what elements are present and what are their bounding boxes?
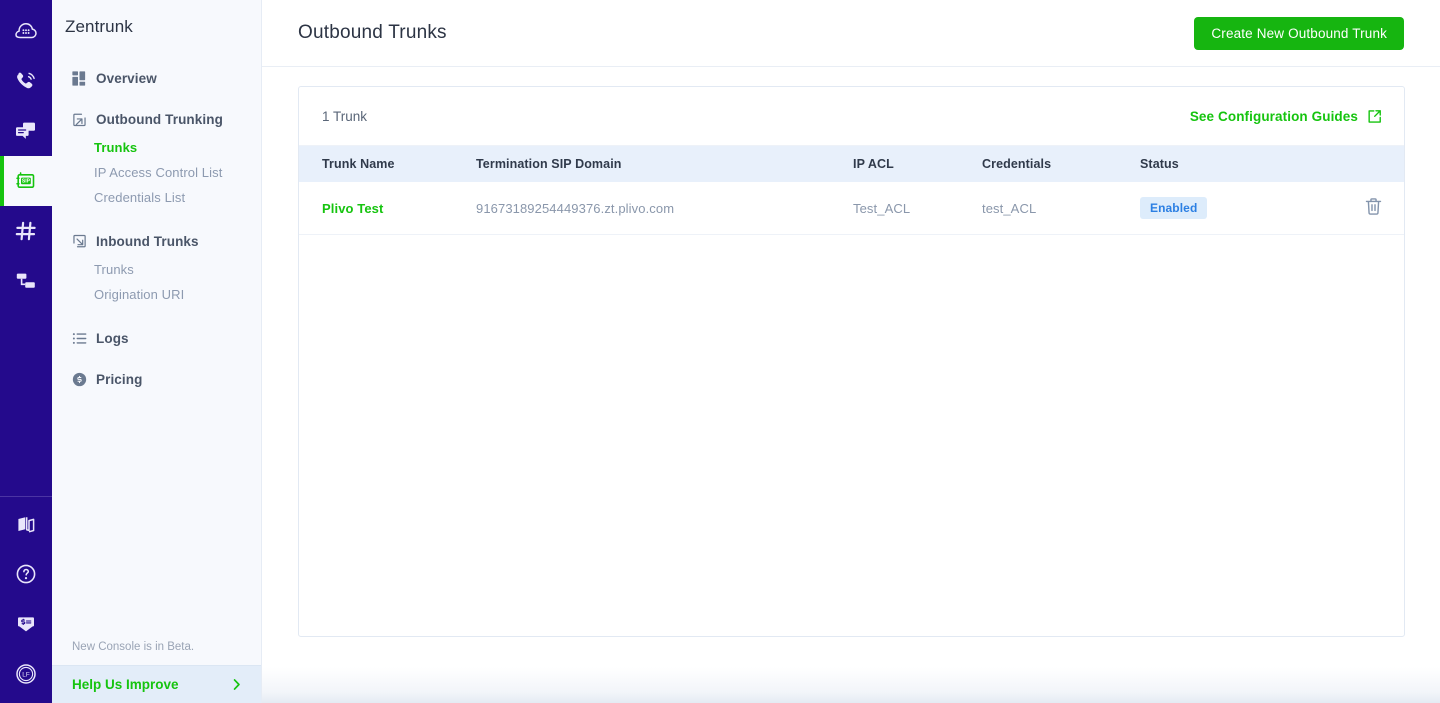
rail-item-messaging[interactable]: [0, 106, 52, 156]
external-link-icon: [1367, 109, 1382, 124]
rail-item-docs[interactable]: [0, 499, 52, 549]
numbers-icon: [14, 219, 38, 243]
nav-group-logs: Logs: [52, 323, 261, 354]
sidebar-item-label: Outbound Trunking: [96, 112, 223, 127]
help-icon: [14, 562, 38, 586]
nav-spacer: [52, 94, 261, 104]
rail-item-help[interactable]: [0, 549, 52, 599]
cell-actions: [1300, 182, 1404, 235]
list-icon: [72, 331, 87, 346]
trunk-count-label: 1 Trunk: [322, 109, 367, 124]
table-body: Plivo Test 91673189254449376.zt.plivo.co…: [299, 182, 1404, 235]
billing-icon: [14, 612, 38, 636]
page-header: Outbound Trunks Create New Outbound Trun…: [262, 0, 1440, 67]
sidebar-subitem-ip-access-control-list[interactable]: IP Access Control List: [52, 160, 261, 185]
product-icon-rail: SIP: [0, 0, 52, 703]
see-configuration-guides-label: See Configuration Guides: [1190, 109, 1358, 124]
cell-sip-domain: 91673189254449376.zt.plivo.com: [476, 182, 853, 235]
sidebar-subitem-outbound-trunks[interactable]: Trunks: [52, 135, 261, 160]
sidebar-nav: Overview Outbound Trunking Trunks IP Acc…: [52, 37, 261, 641]
nav-spacer: [52, 307, 261, 323]
table-header-row: Trunk Name Termination SIP Domain IP ACL…: [299, 146, 1404, 182]
app-root: SIP: [0, 0, 1440, 703]
sidebar-item-logs[interactable]: Logs: [52, 323, 261, 354]
nav-spacer: [52, 354, 261, 364]
sidebar-item-label: Inbound Trunks: [96, 234, 199, 249]
column-header-ip-acl: IP ACL: [853, 146, 982, 182]
nav-group-outbound-trunking: Outbound Trunking Trunks IP Access Contr…: [52, 104, 261, 210]
column-header-actions: [1300, 146, 1404, 182]
dashboard-icon: [72, 71, 87, 86]
rail-item-billing[interactable]: [0, 599, 52, 649]
status-badge: Enabled: [1140, 197, 1207, 219]
rail-item-account[interactable]: LF: [0, 649, 52, 699]
rail-item-flows[interactable]: [0, 256, 52, 306]
sidebar-item-pricing[interactable]: Pricing: [52, 364, 261, 395]
rail-item-sip-trunking[interactable]: SIP: [0, 156, 52, 206]
account-initials: LF: [22, 672, 30, 679]
sidebar-item-label: Pricing: [96, 372, 142, 387]
account-avatar: LF: [14, 662, 38, 686]
column-header-credentials: Credentials: [982, 146, 1140, 182]
panel-toolbar: 1 Trunk See Configuration Guides: [299, 87, 1404, 146]
cell-trunk-name: Plivo Test: [299, 182, 476, 235]
column-header-trunk-name: Trunk Name: [299, 146, 476, 182]
trunk-name-link[interactable]: Plivo Test: [322, 201, 383, 216]
beta-note: New Console is in Beta.: [52, 641, 261, 665]
sip-trunking-icon: SIP: [14, 169, 38, 193]
help-us-improve-button[interactable]: Help Us Improve: [52, 665, 261, 703]
rail-top-group: SIP: [0, 0, 52, 306]
page-title: Outbound Trunks: [298, 22, 447, 44]
cell-credentials: test_ACL: [982, 182, 1140, 235]
help-us-improve-label: Help Us Improve: [72, 677, 179, 692]
nav-group-inbound-trunks: Inbound Trunks Trunks Origination URI: [52, 226, 261, 307]
rail-bottom-group: LF: [0, 490, 52, 703]
rail-item-numbers[interactable]: [0, 206, 52, 256]
sidebar-subitem-inbound-trunks[interactable]: Trunks: [52, 257, 261, 282]
sidebar-item-overview[interactable]: Overview: [52, 63, 261, 94]
content-area: 1 Trunk See Configuration Guides Trunk N…: [262, 67, 1440, 703]
cell-ip-acl: Test_ACL: [853, 182, 982, 235]
sidebar-subitem-credentials-list[interactable]: Credentials List: [52, 185, 261, 210]
table-header: Trunk Name Termination SIP Domain IP ACL…: [299, 146, 1404, 182]
trunks-panel: 1 Trunk See Configuration Guides Trunk N…: [298, 86, 1405, 637]
sidebar: Zentrunk Overview: [52, 0, 262, 703]
messaging-icon: [14, 119, 38, 143]
cell-status: Enabled: [1140, 182, 1300, 235]
dollar-circle-icon: [72, 372, 87, 387]
flows-icon: [14, 269, 38, 293]
sidebar-item-label: Overview: [96, 71, 157, 86]
inbound-arrow-icon: [72, 234, 87, 249]
create-new-outbound-trunk-button[interactable]: Create New Outbound Trunk: [1194, 17, 1404, 50]
rail-divider: [0, 496, 52, 497]
chevron-right-icon: [230, 678, 243, 691]
table-row: Plivo Test 91673189254449376.zt.plivo.co…: [299, 182, 1404, 235]
column-header-status: Status: [1140, 146, 1300, 182]
see-configuration-guides-link[interactable]: See Configuration Guides: [1190, 109, 1382, 124]
trunks-table: Trunk Name Termination SIP Domain IP ACL…: [299, 146, 1404, 235]
nav-group-pricing: Pricing: [52, 364, 261, 395]
sidebar-item-label: Logs: [96, 331, 129, 346]
sidebar-item-outbound-trunking[interactable]: Outbound Trunking: [52, 104, 261, 135]
docs-icon: [14, 512, 38, 536]
voice-icon: [14, 69, 38, 93]
cloud-apps-icon: [14, 19, 38, 43]
rail-item-voice[interactable]: [0, 56, 52, 106]
column-header-termination-sip-domain: Termination SIP Domain: [476, 146, 853, 182]
nav-spacer: [52, 210, 261, 226]
rail-item-cloud[interactable]: [0, 6, 52, 56]
delete-trunk-icon[interactable]: [1365, 197, 1382, 216]
svg-text:SIP: SIP: [22, 179, 31, 185]
brand-title: Zentrunk: [52, 0, 261, 37]
main-content: Outbound Trunks Create New Outbound Trun…: [262, 0, 1440, 703]
sidebar-item-inbound-trunks[interactable]: Inbound Trunks: [52, 226, 261, 257]
nav-group-overview: Overview: [52, 63, 261, 94]
outbound-arrow-icon: [72, 112, 87, 127]
sidebar-subitem-origination-uri[interactable]: Origination URI: [52, 282, 261, 307]
